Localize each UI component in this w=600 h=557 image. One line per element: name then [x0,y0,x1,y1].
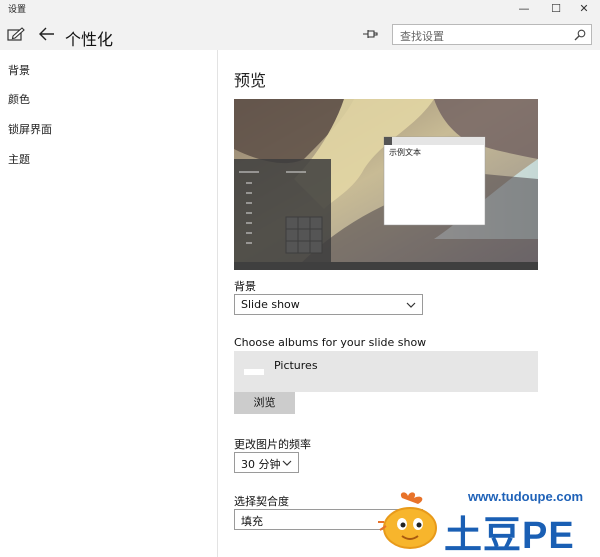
sidebar-item-colors[interactable]: 颜色 [8,91,30,107]
edit-icon[interactable] [7,27,25,41]
search-placeholder: 查找设置 [400,30,444,43]
sidebar-item-lock-screen[interactable]: 锁屏界面 [8,121,52,137]
albums-label: Choose albums for your slide show [234,336,427,349]
pin-icon[interactable] [362,29,378,39]
background-select[interactable]: Slide show [234,294,423,315]
frequency-select[interactable]: 30 分钟 [234,452,299,473]
background-select-value: Slide show [241,298,300,311]
page-title: 个性化 [65,30,114,49]
title-bar: 设置 — ☐ ✕ [0,0,600,17]
chevron-down-icon [406,302,416,308]
background-label: 背景 [234,280,256,293]
frequency-label: 更改图片的频率 [234,438,311,451]
potato-mascot-logo [378,492,437,549]
watermark-url: www.tudoupe.com [468,489,584,504]
back-arrow-icon[interactable] [38,26,56,42]
header-bar: 个性化 查找设置 [0,17,600,50]
watermark-brand: 土豆PE [444,515,575,557]
browse-button[interactable]: 浏览 [234,392,295,414]
chevron-down-icon [282,460,292,466]
sidebar: 背景 颜色 锁屏界面 主题 [0,50,218,557]
search-icon[interactable] [574,29,586,41]
frequency-select-value: 30 分钟 [241,458,281,471]
preview-image: 示例文本 [234,99,538,270]
search-input[interactable]: 查找设置 [392,24,592,45]
sidebar-item-themes[interactable]: 主题 [8,151,30,167]
close-icon[interactable]: ✕ [568,0,600,17]
minimize-icon[interactable]: — [508,0,540,17]
fit-select-value: 填充 [241,515,263,528]
sidebar-item-background[interactable]: 背景 [8,62,30,78]
preview-sample-text: 示例文本 [389,148,421,157]
window-title: 设置 [8,5,27,15]
album-name: Pictures [274,359,318,372]
album-thumbnail [244,369,264,375]
preview-title: 预览 [234,71,267,90]
album-item[interactable]: Pictures [234,351,538,392]
fit-label: 选择契合度 [234,495,289,508]
watermark: www.tudoupe.com 土豆PE [372,484,600,557]
